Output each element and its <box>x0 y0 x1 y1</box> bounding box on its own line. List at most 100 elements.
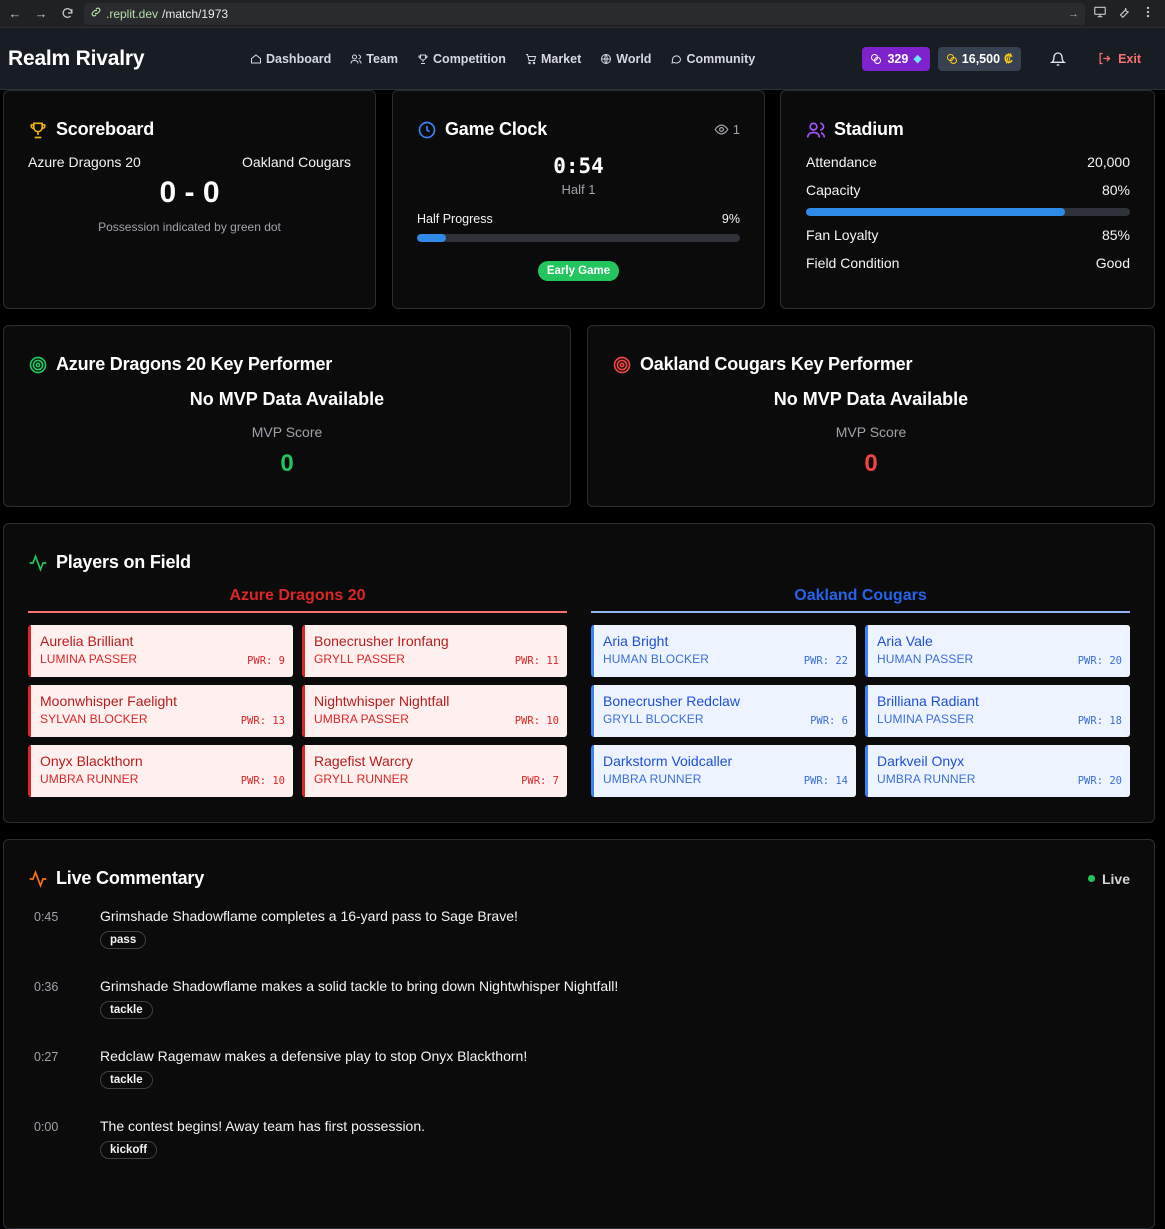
home-key-performer-card: Azure Dragons 20 Key Performer No MVP Da… <box>3 325 571 507</box>
player-power: PWR: 14 <box>803 775 848 787</box>
site-info-icon[interactable] <box>90 6 102 21</box>
coins-icon <box>871 53 882 64</box>
phase-badge: Early Game <box>537 261 620 281</box>
player-card[interactable]: Aurelia Brilliant LUMINA PASSER PWR: 9 <box>28 625 293 677</box>
player-power: PWR: 22 <box>803 655 848 667</box>
commentary-time: 0:36 <box>34 980 59 994</box>
brand-logo[interactable]: Realm Rivalry <box>8 47 240 71</box>
players-on-field-title: Players on Field <box>56 552 191 572</box>
target-icon <box>29 356 47 373</box>
cart-icon <box>525 53 537 64</box>
globe-icon <box>601 53 612 64</box>
scoreboard-title: Scoreboard <box>56 119 155 139</box>
player-power: PWR: 10 <box>514 715 559 727</box>
exit-button[interactable]: Exit <box>1097 51 1141 66</box>
trophy-icon <box>418 54 428 64</box>
half-label: Half 1 <box>561 182 596 197</box>
menu-icon[interactable] <box>1141 5 1155 22</box>
away-mvp-score: 0 <box>864 450 878 477</box>
commentary-tag: tackle <box>100 1001 153 1019</box>
player-card[interactable]: Darkstorm Voidcaller UMBRA RUNNER PWR: 14 <box>591 745 856 797</box>
home-key-performer-title: Azure Dragons 20 Key Performer <box>56 354 333 374</box>
nav-team[interactable]: Team <box>350 52 398 66</box>
address-bar[interactable]: .replit.dev/match/1973 → <box>84 2 1085 25</box>
nav-world[interactable]: World <box>600 52 651 66</box>
stadium-title: Stadium <box>834 119 904 139</box>
back-icon[interactable]: ← <box>6 5 24 23</box>
activity-icon <box>29 553 47 572</box>
capacity-bar <box>806 208 1130 216</box>
url-domain: .replit.dev <box>106 6 159 21</box>
player-card[interactable]: Brilliana Radiant LUMINA PASSER PWR: 18 <box>865 685 1130 737</box>
credits-balance[interactable]: 16,500 ₡ <box>937 46 1022 71</box>
go-arrow-icon[interactable]: → <box>1068 8 1079 20</box>
coins-icon <box>946 53 957 64</box>
chat-icon <box>671 54 682 64</box>
gem-icon: ◆ <box>913 53 922 65</box>
credit-symbol: ₡ <box>1004 51 1014 66</box>
capacity-label: Capacity <box>806 182 861 198</box>
home-mvp-score: 0 <box>280 450 294 477</box>
activity-icon <box>29 869 47 888</box>
commentary-time: 0:45 <box>34 910 59 924</box>
live-indicator: Live <box>1087 871 1130 887</box>
fan-loyalty-label: Fan Loyalty <box>806 227 879 243</box>
player-card[interactable]: Aria Bright HUMAN BLOCKER PWR: 22 <box>591 625 856 677</box>
gems-balance[interactable]: 329 ◆ <box>862 46 930 71</box>
away-key-performer-title: Oakland Cougars Key Performer <box>640 354 913 374</box>
forward-icon[interactable]: → <box>32 5 50 23</box>
player-card[interactable]: Darkveil Onyx UMBRA RUNNER PWR: 20 <box>865 745 1130 797</box>
away-player-grid: Aria Bright HUMAN BLOCKER PWR: 22 Aria Vale… <box>591 625 1130 797</box>
player-name: Darkstorm Voidcaller <box>603 753 733 769</box>
capacity-fill <box>806 208 1066 216</box>
player-power: PWR: 20 <box>1077 655 1122 667</box>
player-card[interactable]: Aria Vale HUMAN PASSER PWR: 20 <box>865 625 1130 677</box>
player-card[interactable]: Bonecrusher Ironfang GRYLL PASSER PWR: 11 <box>302 625 567 677</box>
nav-market[interactable]: Market <box>525 52 581 66</box>
player-name: Ragefist Warcry <box>314 753 414 769</box>
away-roster-header: Oakland Cougars <box>591 587 1130 613</box>
player-card[interactable]: Onyx Blackthorn UMBRA RUNNER PWR: 10 <box>28 745 293 797</box>
player-name: Bonecrusher Redclaw <box>603 693 740 709</box>
player-name: Darkveil Onyx <box>877 753 965 769</box>
nav-dashboard[interactable]: Dashboard <box>250 52 331 66</box>
main-nav: Dashboard Team Competition Market World … <box>250 52 755 66</box>
notifications-bell-icon[interactable] <box>1043 51 1073 67</box>
player-card[interactable]: Moonwhisper Faelight SYLVAN BLOCKER PWR: 1… <box>28 685 293 737</box>
commentary-time: 0:00 <box>34 1120 59 1134</box>
player-power: PWR: 20 <box>1077 775 1122 787</box>
player-card[interactable]: Ragefist Warcry GRYLL RUNNER PWR: 7 <box>302 745 567 797</box>
game-clock-title: Game Clock <box>445 119 548 139</box>
attendance-value: 20,000 <box>1087 154 1130 170</box>
nav-competition[interactable]: Competition <box>417 52 506 66</box>
wrench-icon[interactable] <box>1117 5 1131 22</box>
home-player-grid: Aurelia Brilliant LUMINA PASSER PWR: 9 Bone… <box>28 625 567 797</box>
reload-icon[interactable] <box>58 5 76 23</box>
app-header: Realm Rivalry Dashboard Team Competition… <box>0 28 1165 90</box>
player-name: Aria Vale <box>877 633 933 649</box>
commentary-text: Redclaw Ragemaw makes a defensive play t… <box>100 1048 528 1064</box>
half-progress-label: Half Progress <box>417 212 493 226</box>
browser-toolbar: ← → .replit.dev/match/1973 → <box>0 0 1165 28</box>
viewer-count: 1 <box>714 122 740 137</box>
player-card[interactable]: Nightwhisper Nightfall UMBRA PASSER PWR: 1… <box>302 685 567 737</box>
commentary-text: Grimshade Shadowflame makes a solid tack… <box>100 978 619 994</box>
field-condition-value: Good <box>1095 255 1130 271</box>
home-roster-header: Azure Dragons 20 <box>28 587 567 613</box>
away-mvp-score-label: MVP Score <box>835 424 907 440</box>
capacity-value: 80% <box>1101 182 1130 198</box>
commentary-item: 0:36 Grimshade Shadowflame makes a solid … <box>28 978 1130 1048</box>
attendance-label: Attendance <box>806 154 877 170</box>
users-icon <box>806 122 826 138</box>
trophy-icon <box>30 122 46 138</box>
player-card[interactable]: Bonecrusher Redclaw GRYLL BLOCKER PWR: 6 <box>591 685 856 737</box>
possession-note: Possession indicated by green dot <box>98 220 281 234</box>
logout-icon <box>1099 52 1111 65</box>
score: 0 - 0 <box>159 176 220 209</box>
desktop-icon[interactable] <box>1093 5 1107 22</box>
field-condition-label: Field Condition <box>806 255 900 271</box>
half-progress-fill <box>417 234 447 242</box>
nav-community[interactable]: Community <box>670 52 755 66</box>
commentary-item: 0:27 Redclaw Ragemaw makes a defensive pl… <box>28 1048 1130 1118</box>
fan-loyalty-value: 85% <box>1101 227 1130 243</box>
